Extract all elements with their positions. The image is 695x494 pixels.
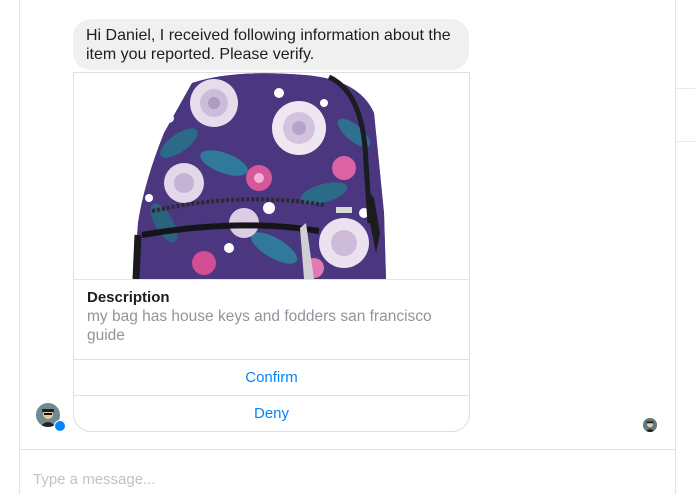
left-divider xyxy=(19,0,20,494)
item-verification-card: Description my bag has house keys and fo… xyxy=(73,72,470,432)
seen-avatar xyxy=(643,418,657,432)
bot-message-bubble: Hi Daniel, I received following informat… xyxy=(73,19,469,70)
message-input[interactable] xyxy=(33,469,633,489)
confirm-button[interactable]: Confirm xyxy=(74,359,469,395)
right-edge-divider xyxy=(675,141,695,142)
deny-button[interactable]: Deny xyxy=(74,395,469,431)
description-text: my bag has house keys and fodders san fr… xyxy=(87,308,432,344)
backpack-image xyxy=(74,73,469,280)
messenger-badge-icon xyxy=(54,420,66,432)
chat-window: Hi Daniel, I received following informat… xyxy=(0,0,695,494)
right-edge-divider xyxy=(675,88,695,89)
composer-divider xyxy=(19,449,676,450)
description-title: Description xyxy=(87,289,170,306)
right-divider xyxy=(675,0,676,494)
